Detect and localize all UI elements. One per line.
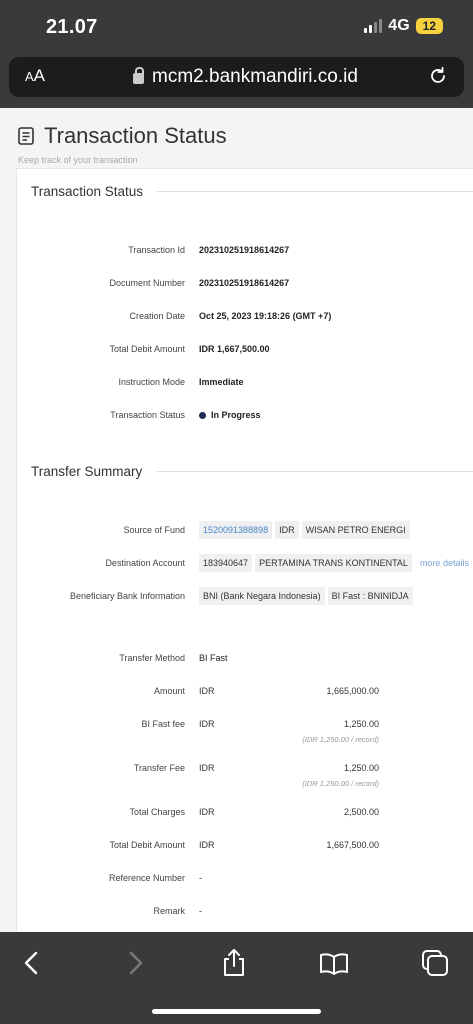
document-icon bbox=[18, 127, 34, 145]
bi-fast-fee-note: (IDR 1,250.00 / record) bbox=[302, 735, 379, 744]
bi-fast-fee-value: 1,250.00 bbox=[343, 719, 379, 729]
page-title: Transaction Status bbox=[44, 123, 227, 148]
reload-icon[interactable] bbox=[428, 66, 448, 86]
text-size-button[interactable]: AA bbox=[25, 66, 45, 86]
amount-currency: IDR bbox=[199, 686, 215, 696]
beneficiary-bank: BNI (Bank Negara Indonesia) BI Fast : BNI… bbox=[199, 587, 416, 605]
label-creation-date: Creation Date bbox=[129, 311, 185, 321]
page-content: Transaction Status Keep track of your tr… bbox=[0, 108, 473, 932]
back-icon[interactable] bbox=[17, 948, 47, 978]
section-title-status: Transaction Status bbox=[31, 184, 144, 199]
battery-indicator: 12 bbox=[415, 18, 443, 34]
status-time: 21.07 bbox=[46, 16, 98, 38]
beneficiary-bank-code: BI Fast : BNINIDJA bbox=[327, 587, 413, 605]
source-of-fund: 1520091388898 IDR WISAN PETRO ENERGI bbox=[199, 521, 413, 539]
transfer-fee-currency: IDR bbox=[199, 763, 215, 773]
label-transfer-fee: Transfer Fee bbox=[133, 763, 185, 773]
source-account-link[interactable]: 1520091388898 bbox=[199, 521, 273, 539]
bi-fast-fee-currency: IDR bbox=[199, 719, 215, 729]
transfer-fee-note: (IDR 1,250.00 / record) bbox=[302, 779, 379, 788]
label-total-debit-amount: Total Debit Amount bbox=[109, 840, 185, 850]
home-indicator bbox=[152, 1009, 321, 1014]
value-creation-date: Oct 25, 2023 19:18:26 (GMT +7) bbox=[199, 311, 332, 321]
section-divider bbox=[157, 471, 473, 472]
label-total-charges: Total Charges bbox=[129, 807, 185, 817]
more-details-link[interactable]: more details bbox=[420, 558, 469, 568]
signal-icon bbox=[364, 19, 383, 33]
label-transaction-id: Transaction Id bbox=[128, 245, 185, 255]
label-amount: Amount bbox=[153, 686, 185, 696]
value-transaction-id: 202310251918614267 bbox=[199, 245, 290, 255]
destination-account: 183940647 PERTAMINA TRANS KONTINENTAL more… bbox=[199, 554, 469, 572]
browser-toolbar bbox=[0, 932, 473, 1024]
tabs-icon[interactable] bbox=[420, 948, 450, 978]
label-instruction-mode: Instruction Mode bbox=[118, 377, 185, 387]
address-bar[interactable]: AA mcm2.bankmandiri.co.id bbox=[9, 57, 464, 97]
label-source-of-fund: Source of Fund bbox=[123, 525, 185, 535]
transfer-fee-value: 1,250.00 bbox=[343, 763, 379, 773]
network-type: 4G bbox=[388, 17, 410, 34]
total-charges-value: 2,500.00 bbox=[343, 807, 379, 817]
status-indicators: 4G 12 bbox=[364, 17, 443, 35]
label-bi-fast-fee: BI Fast fee bbox=[141, 719, 185, 729]
page-subtitle: Keep track of your transaction bbox=[18, 155, 138, 165]
url-text: mcm2.bankmandiri.co.id bbox=[152, 66, 358, 87]
source-account-name: WISAN PETRO ENERGI bbox=[301, 521, 410, 539]
value-transfer-method: BI Fast bbox=[199, 653, 228, 663]
url-display[interactable]: mcm2.bankmandiri.co.id bbox=[133, 66, 358, 88]
amount-value: 1,665,000.00 bbox=[326, 686, 379, 696]
status-dot-icon bbox=[199, 411, 206, 419]
label-transaction-status: Transaction Status bbox=[110, 410, 185, 420]
section-divider bbox=[157, 191, 473, 192]
label-transfer-method: Transfer Method bbox=[119, 653, 185, 663]
value-instruction-mode: Immediate bbox=[199, 377, 244, 387]
label-reference-number: Reference Number bbox=[108, 873, 185, 883]
browser-top-bar: 21.07 4G 12 AA mcm2.bankmandiri.co.id bbox=[0, 0, 473, 108]
lock-icon bbox=[133, 67, 144, 84]
beneficiary-bank-name: BNI (Bank Negara Indonesia) bbox=[199, 587, 325, 605]
bookmarks-icon[interactable] bbox=[319, 948, 349, 978]
section-title-transfer: Transfer Summary bbox=[31, 464, 143, 479]
transaction-card: Transaction Status Transaction Id 202310… bbox=[16, 168, 473, 932]
forward-icon[interactable] bbox=[120, 948, 150, 978]
total-debit-currency: IDR bbox=[199, 840, 215, 850]
label-document-number: Document Number bbox=[109, 278, 185, 288]
label-remark: Remark bbox=[153, 906, 185, 916]
label-destination-account: Destination Account bbox=[105, 558, 185, 568]
status-badge: In Progress bbox=[199, 410, 261, 420]
value-document-number: 202310251918614267 bbox=[199, 278, 290, 288]
total-charges-currency: IDR bbox=[199, 807, 215, 817]
value-reference-number: - bbox=[199, 873, 202, 883]
source-currency: IDR bbox=[275, 521, 299, 539]
value-total-debit: IDR 1,667,500.00 bbox=[199, 344, 270, 354]
label-total-debit: Total Debit Amount bbox=[109, 344, 185, 354]
label-beneficiary-bank: Beneficiary Bank Information bbox=[69, 591, 185, 601]
total-debit-value: 1,667,500.00 bbox=[326, 840, 379, 850]
share-icon[interactable] bbox=[219, 948, 249, 978]
destination-account-name: PERTAMINA TRANS KONTINENTAL bbox=[255, 554, 412, 572]
value-remark: - bbox=[199, 906, 202, 916]
destination-account-number: 183940647 bbox=[199, 554, 253, 572]
